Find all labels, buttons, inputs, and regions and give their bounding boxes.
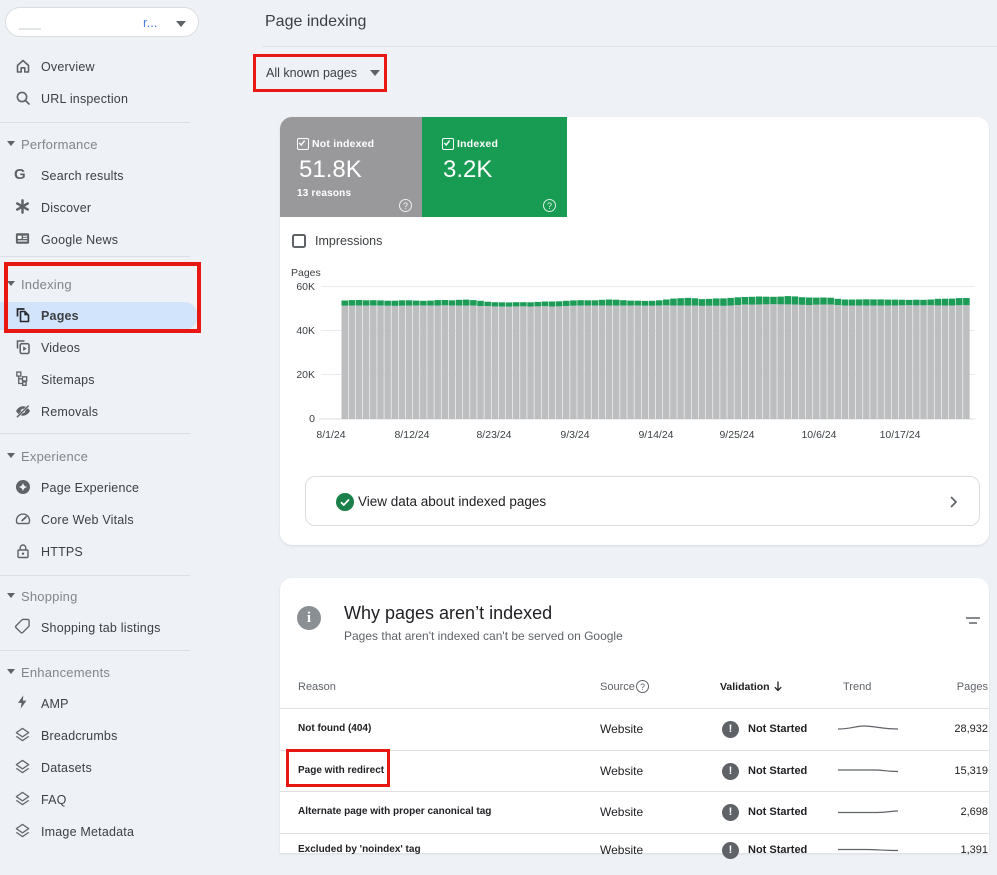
svg-text:10/6/24: 10/6/24 [801, 429, 836, 441]
svg-text:9/25/24: 9/25/24 [719, 429, 754, 441]
svg-text:20K: 20K [296, 369, 315, 381]
svg-text:8/12/24: 8/12/24 [394, 429, 429, 441]
svg-text:8/1/24: 8/1/24 [316, 429, 345, 441]
svg-text:9/14/24: 9/14/24 [638, 429, 673, 441]
svg-text:8/23/24: 8/23/24 [476, 429, 511, 441]
svg-text:60K: 60K [296, 281, 315, 293]
svg-text:40K: 40K [296, 325, 315, 337]
svg-text:0: 0 [309, 413, 315, 425]
svg-text:10/17/24: 10/17/24 [880, 429, 921, 441]
svg-text:9/3/24: 9/3/24 [560, 429, 589, 441]
